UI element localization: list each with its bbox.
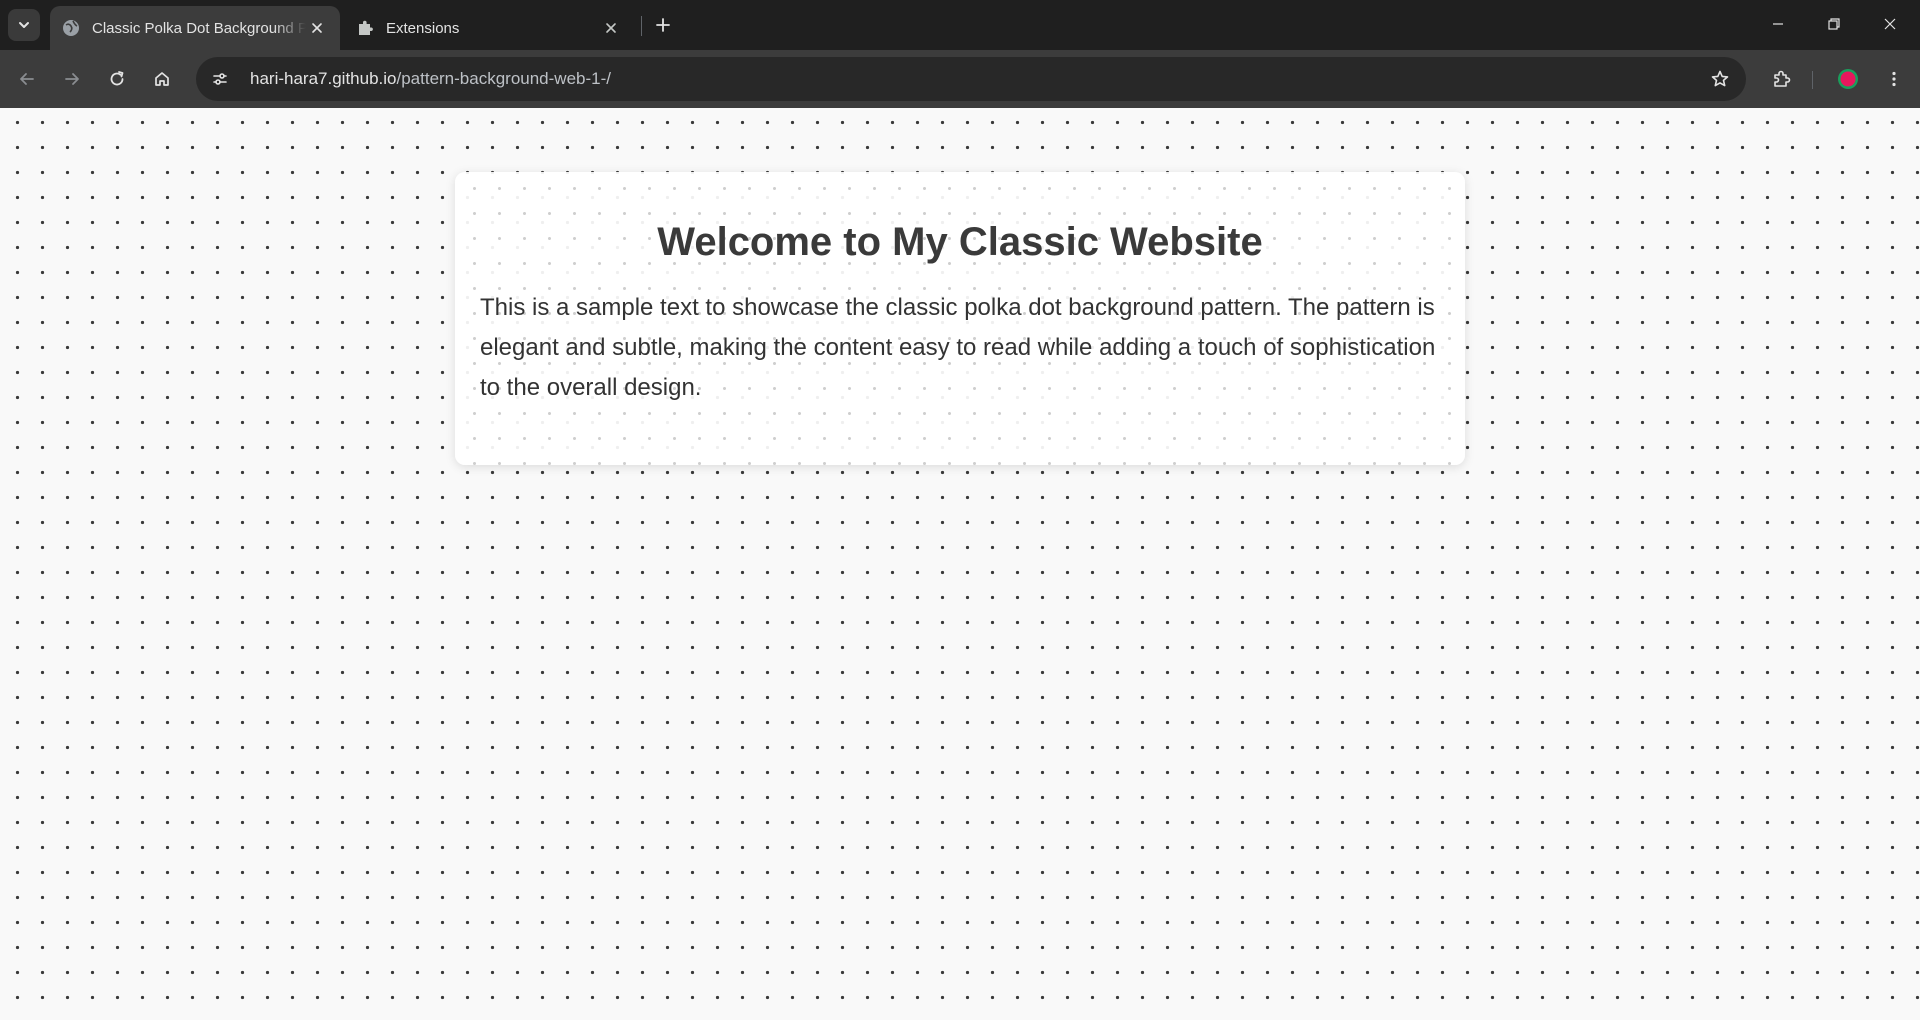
extensions-button[interactable] — [1763, 61, 1799, 97]
reload-icon — [110, 71, 124, 86]
minimize-button[interactable] — [1750, 0, 1806, 48]
arrow-left-icon — [20, 73, 34, 85]
avatar — [1838, 69, 1858, 89]
url-path: /pattern-background-web-1-/ — [396, 69, 611, 88]
forward-button[interactable] — [54, 61, 90, 97]
tab-separator — [641, 16, 642, 36]
restore-button[interactable] — [1806, 0, 1862, 48]
tab-strip: Classic Polka Dot Background Pattern Ext… — [0, 0, 1920, 50]
close-window-button[interactable] — [1862, 0, 1918, 48]
puzzle-icon — [356, 19, 374, 37]
address-bar[interactable]: hari-hara7.github.io/pattern-background-… — [196, 57, 1746, 101]
back-button[interactable] — [9, 61, 45, 97]
arrow-right-icon — [65, 73, 79, 85]
url-host: hari-hara7.github.io — [250, 69, 397, 88]
minimize-icon — [1773, 23, 1783, 25]
site-info-button[interactable] — [202, 61, 238, 97]
tune-icon — [213, 73, 227, 85]
new-tab-button[interactable] — [648, 10, 678, 40]
star-icon — [1711, 70, 1729, 87]
body-paragraph: This is a sample text to showcase the cl… — [480, 294, 1436, 401]
tab-title: Classic Polka Dot Background Pattern — [92, 19, 306, 37]
menu-button[interactable] — [1876, 61, 1912, 97]
chevron-down-icon — [19, 22, 29, 28]
toolbar-separator — [1812, 71, 1813, 89]
home-button[interactable] — [144, 61, 180, 97]
more-vertical-icon — [1892, 71, 1896, 87]
tab-title: Extensions — [386, 19, 460, 37]
browser-toolbar: hari-hara7.github.io/pattern-background-… — [0, 50, 1920, 108]
bookmark-button[interactable] — [1702, 61, 1738, 97]
puzzle-icon — [1774, 70, 1791, 87]
close-icon — [1884, 18, 1896, 30]
url-text: hari-hara7.github.io/pattern-background-… — [250, 69, 611, 89]
close-icon — [312, 23, 322, 33]
restore-icon — [1828, 18, 1840, 30]
close-icon — [606, 23, 616, 33]
reload-button[interactable] — [99, 61, 135, 97]
plus-icon — [656, 18, 670, 32]
content-card: Welcome to My Classic Website This is a … — [455, 172, 1465, 465]
tab-close-button[interactable] — [306, 17, 328, 39]
profile-button[interactable] — [1830, 61, 1866, 97]
globe-icon — [62, 19, 80, 37]
page-title: Welcome to My Classic Website — [657, 220, 1263, 264]
tab-polka-dot[interactable]: Classic Polka Dot Background Pattern — [50, 6, 340, 50]
page-viewport: Welcome to My Classic Website This is a … — [0, 108, 1920, 1020]
tab-extensions[interactable]: Extensions — [344, 6, 634, 50]
tab-close-button[interactable] — [600, 17, 622, 39]
home-icon — [155, 72, 169, 86]
tab-search-button[interactable] — [8, 9, 40, 41]
